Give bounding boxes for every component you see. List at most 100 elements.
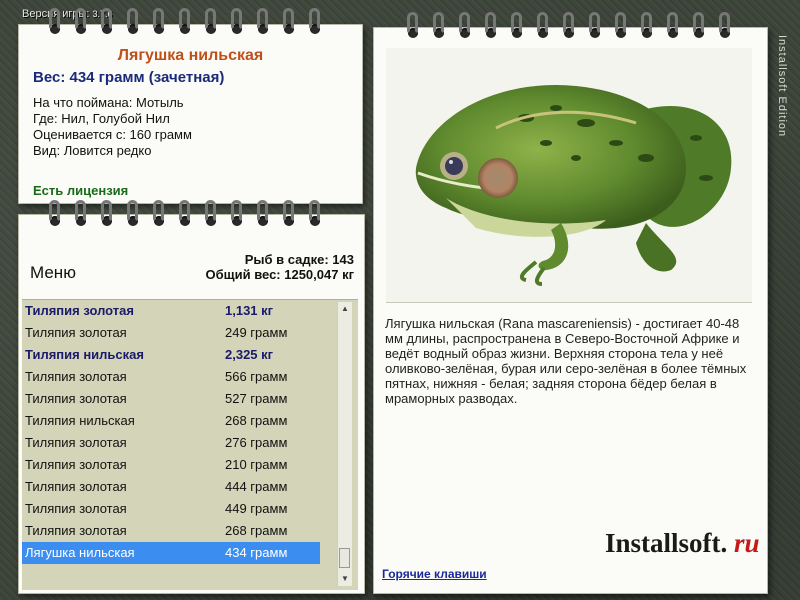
fish-name: Тиляпия золотая bbox=[25, 479, 127, 494]
scroll-down-arrow-icon[interactable]: ▼ bbox=[338, 572, 352, 586]
spiral-ring-icon bbox=[224, 200, 250, 228]
spiral-ring-icon bbox=[582, 12, 608, 40]
spiral-ring-icon bbox=[94, 8, 120, 36]
species-description: Лягушка нильская (Rana mascareniensis) -… bbox=[385, 316, 747, 406]
catch-bait: На что поймана: Мотыль bbox=[33, 95, 184, 110]
list-item[interactable]: Тиляпия золотая 276 грамм bbox=[22, 432, 358, 454]
catch-weight: Вес: 434 грамм (зачетная) bbox=[33, 69, 225, 86]
list-item[interactable]: Тиляпия золотая 268 грамм bbox=[22, 520, 358, 542]
catch-list-card: Меню Рыб в садке: 143 Общий вес: 1250,04… bbox=[18, 214, 365, 594]
scroll-thumb[interactable] bbox=[339, 548, 350, 568]
detail-card-rings bbox=[400, 12, 738, 40]
fish-weight: 2,325 кг bbox=[225, 347, 274, 362]
fish-weight: 249 грамм bbox=[225, 325, 288, 340]
list-item[interactable]: Тиляпия золотая 566 грамм bbox=[22, 366, 358, 388]
spiral-ring-icon bbox=[400, 12, 426, 40]
fish-name: Тиляпия золотая bbox=[25, 303, 134, 318]
spiral-ring-icon bbox=[146, 8, 172, 36]
info-card-rings bbox=[42, 8, 328, 36]
catch-list-scrollbar[interactable]: ▲ ▼ bbox=[337, 302, 352, 586]
spiral-ring-icon bbox=[146, 200, 172, 228]
edition-label: Installsoft Edition bbox=[776, 35, 788, 138]
catch-stats: Рыб в садке: 143 Общий вес: 1250,047 кг bbox=[205, 252, 354, 282]
fish-count: Рыб в садке: 143 bbox=[244, 252, 354, 267]
spiral-ring-icon bbox=[660, 12, 686, 40]
scroll-up-arrow-icon[interactable]: ▲ bbox=[338, 302, 352, 316]
spiral-ring-icon bbox=[42, 8, 68, 36]
catch-title: Лягушка нильская bbox=[117, 47, 264, 64]
catch-threshold: Оценивается с: 160 грамм bbox=[33, 127, 192, 142]
fish-weight: 276 грамм bbox=[225, 435, 288, 450]
fish-weight: 210 грамм bbox=[225, 457, 288, 472]
spiral-ring-icon bbox=[556, 12, 582, 40]
spiral-ring-icon bbox=[302, 8, 328, 36]
logo-suffix: ru bbox=[734, 528, 760, 558]
list-item[interactable]: Тиляпия золотая 449 грамм bbox=[22, 498, 358, 520]
list-item[interactable]: Тиляпия золотая 527 грамм bbox=[22, 388, 358, 410]
spiral-ring-icon bbox=[172, 200, 198, 228]
catch-info-card: Лягушка нильская Вес: 434 грамм (зачетна… bbox=[18, 24, 363, 204]
installsoft-logo: Installsoft. ru bbox=[605, 528, 760, 559]
catch-list[interactable]: Тиляпия золотая 1,131 кг Тиляпия золотая 24… bbox=[22, 299, 358, 590]
list-item[interactable]: Тиляпия золотая 444 грамм bbox=[22, 476, 358, 498]
list-item-selected[interactable]: Лягушка нильская 434 грамм bbox=[22, 542, 320, 564]
spiral-ring-icon bbox=[712, 12, 738, 40]
fish-name: Тиляпия золотая bbox=[25, 501, 127, 516]
fish-weight: 444 грамм bbox=[225, 479, 288, 494]
fish-name: Тиляпия золотая bbox=[25, 435, 127, 450]
hotkeys-link[interactable]: Горячие клавиши bbox=[382, 567, 487, 581]
spiral-ring-icon bbox=[42, 200, 68, 228]
fish-name: Тиляпия золотая bbox=[25, 325, 127, 340]
species-detail-card: Лягушка нильская (Rana mascareniensis) -… bbox=[373, 27, 768, 594]
spiral-ring-icon bbox=[198, 200, 224, 228]
fish-weight: 527 грамм bbox=[225, 391, 288, 406]
spiral-ring-icon bbox=[68, 200, 94, 228]
fish-weight: 449 грамм bbox=[225, 501, 288, 516]
spiral-ring-icon bbox=[276, 8, 302, 36]
spiral-ring-icon bbox=[686, 12, 712, 40]
spiral-ring-icon bbox=[452, 12, 478, 40]
spiral-ring-icon bbox=[172, 8, 198, 36]
fish-weight: 268 грамм bbox=[225, 523, 288, 538]
list-item[interactable]: Тиляпия золотая 249 грамм bbox=[22, 322, 358, 344]
spiral-ring-icon bbox=[504, 12, 530, 40]
spiral-ring-icon bbox=[634, 12, 660, 40]
spiral-ring-icon bbox=[302, 200, 328, 228]
list-item[interactable]: Тиляпия золотая 210 грамм bbox=[22, 454, 358, 476]
spiral-ring-icon bbox=[426, 12, 452, 40]
spiral-ring-icon bbox=[94, 200, 120, 228]
spiral-ring-icon bbox=[250, 200, 276, 228]
fish-weight: 434 грамм bbox=[225, 545, 288, 560]
menu-button[interactable]: Меню bbox=[30, 263, 76, 283]
license-status: Есть лицензия bbox=[33, 183, 129, 198]
list-card-rings bbox=[42, 200, 328, 228]
spiral-ring-icon bbox=[224, 8, 250, 36]
spiral-ring-icon bbox=[250, 8, 276, 36]
fish-weight: 566 грамм bbox=[225, 369, 288, 384]
frog-image bbox=[386, 48, 752, 303]
fish-name: Лягушка нильская bbox=[25, 545, 135, 560]
list-item[interactable]: Тиляпия нильская 268 грамм bbox=[22, 410, 358, 432]
fish-weight: 268 грамм bbox=[225, 413, 288, 428]
fish-name: Тиляпия золотая bbox=[25, 457, 127, 472]
fish-name: Тиляпия золотая bbox=[25, 523, 127, 538]
spiral-ring-icon bbox=[530, 12, 556, 40]
catch-rarity: Вид: Ловится редко bbox=[33, 143, 152, 158]
spiral-ring-icon bbox=[120, 8, 146, 36]
list-item[interactable]: Тиляпия золотая 1,131 кг bbox=[22, 300, 358, 322]
spiral-ring-icon bbox=[198, 8, 224, 36]
fish-name: Тиляпия нильская bbox=[25, 413, 135, 428]
spiral-ring-icon bbox=[276, 200, 302, 228]
fish-weight: 1,131 кг bbox=[225, 303, 274, 318]
logo-main: Installsoft. bbox=[605, 528, 728, 558]
spiral-ring-icon bbox=[68, 8, 94, 36]
spiral-ring-icon bbox=[478, 12, 504, 40]
spiral-ring-icon bbox=[608, 12, 634, 40]
spiral-ring-icon bbox=[120, 200, 146, 228]
catch-location: Где: Нил, Голубой Нил bbox=[33, 111, 170, 126]
fish-name: Тиляпия золотая bbox=[25, 391, 127, 406]
fish-name: Тиляпия нильская bbox=[25, 347, 144, 362]
total-weight: Общий вес: 1250,047 кг bbox=[205, 267, 354, 282]
list-item[interactable]: Тиляпия нильская 2,325 кг bbox=[22, 344, 358, 366]
fish-name: Тиляпия золотая bbox=[25, 369, 127, 384]
